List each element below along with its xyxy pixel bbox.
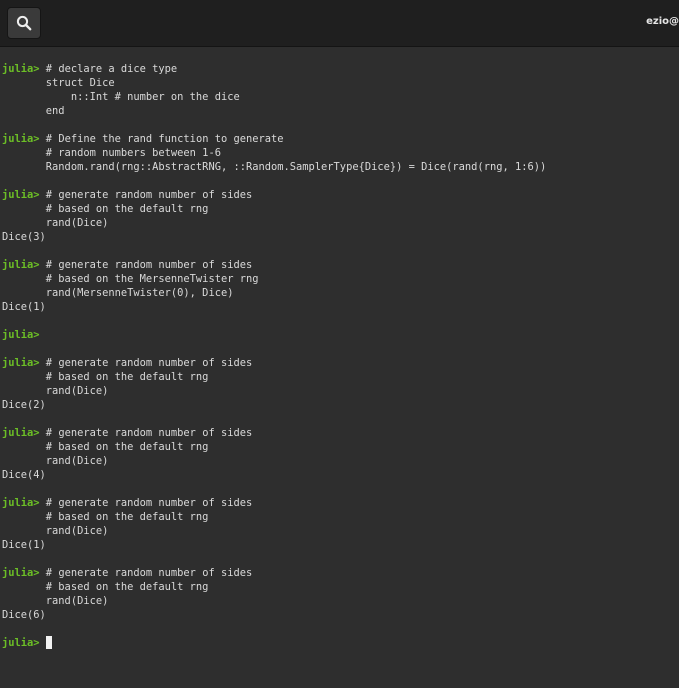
line-text: Dice(6)	[2, 609, 46, 621]
prompt-line: julia> # Define the rand function to gen…	[2, 132, 679, 146]
prompt-line: julia>	[2, 636, 679, 650]
prompt-line: julia>	[2, 328, 679, 342]
output-line: Dice(1)	[2, 300, 679, 314]
line-text: # based on the default rng	[2, 371, 209, 383]
window-title: ezio@	[646, 16, 679, 27]
terminal-output[interactable]: julia> # declare a dice type struct Dice…	[0, 49, 679, 688]
search-button[interactable]	[7, 7, 41, 39]
prompt-line: julia> # generate random number of sides	[2, 188, 679, 202]
output-line: # based on the MersenneTwister rng	[2, 272, 679, 286]
output-line: Dice(6)	[2, 608, 679, 622]
line-text: Dice(3)	[2, 231, 46, 243]
output-line: n::Int # number on the dice	[2, 90, 679, 104]
line-text: # Define the rand function to generate	[39, 133, 284, 145]
line-text: # based on the MersenneTwister rng	[2, 273, 259, 285]
line-text: rand(Dice)	[2, 385, 109, 397]
line-text: # generate random number of sides	[39, 357, 253, 369]
line-text: rand(Dice)	[2, 217, 109, 229]
output-line: Dice(4)	[2, 468, 679, 482]
output-line: rand(Dice)	[2, 384, 679, 398]
prompt-line: julia> # generate random number of sides	[2, 258, 679, 272]
line-text: # based on the default rng	[2, 203, 209, 215]
line-text: # based on the default rng	[2, 581, 209, 593]
julia-prompt: julia>	[2, 189, 40, 201]
output-line: end	[2, 104, 679, 118]
title-bar: ezio@	[0, 0, 679, 47]
line-text: # random numbers between 1-6	[2, 147, 221, 159]
output-line: rand(Dice)	[2, 524, 679, 538]
line-text: # generate random number of sides	[39, 497, 253, 509]
julia-prompt: julia>	[2, 567, 40, 579]
line-text: struct Dice	[2, 77, 115, 89]
prompt-line: julia> # generate random number of sides	[2, 356, 679, 370]
output-line: struct Dice	[2, 76, 679, 90]
julia-prompt: julia>	[2, 259, 40, 271]
julia-prompt: julia>	[2, 329, 40, 341]
line-text: Dice(4)	[2, 469, 46, 481]
line-text: # declare a dice type	[39, 63, 178, 75]
julia-prompt: julia>	[2, 427, 40, 439]
julia-prompt: julia>	[2, 637, 40, 649]
prompt-line: julia> # declare a dice type	[2, 62, 679, 76]
line-text: Dice(1)	[2, 301, 46, 313]
output-line: rand(MersenneTwister(0), Dice)	[2, 286, 679, 300]
line-text: n::Int # number on the dice	[2, 91, 240, 103]
julia-prompt: julia>	[2, 357, 40, 369]
julia-prompt: julia>	[2, 497, 40, 509]
julia-prompt: julia>	[2, 63, 40, 75]
output-line: Dice(1)	[2, 538, 679, 552]
line-text: # generate random number of sides	[39, 189, 253, 201]
output-line: # based on the default rng	[2, 580, 679, 594]
line-text: # generate random number of sides	[39, 259, 253, 271]
line-text: rand(Dice)	[2, 595, 109, 607]
line-text: Dice(2)	[2, 399, 46, 411]
line-text: # based on the default rng	[2, 511, 209, 523]
line-text: rand(MersenneTwister(0), Dice)	[2, 287, 234, 299]
output-line: rand(Dice)	[2, 594, 679, 608]
output-line: # based on the default rng	[2, 202, 679, 216]
line-text: Dice(1)	[2, 539, 46, 551]
output-line: # based on the default rng	[2, 510, 679, 524]
output-line: rand(Dice)	[2, 454, 679, 468]
line-text: rand(Dice)	[2, 525, 109, 537]
line-text: # generate random number of sides	[39, 567, 253, 579]
output-line: Random.rand(rng::AbstractRNG, ::Random.S…	[2, 160, 679, 174]
terminal-window: ezio@ julia> # declare a dice type struc…	[0, 0, 679, 688]
output-line: # based on the default rng	[2, 440, 679, 454]
output-line: Dice(2)	[2, 398, 679, 412]
line-text: # based on the default rng	[2, 441, 209, 453]
line-text: rand(Dice)	[2, 455, 109, 467]
line-text: end	[2, 105, 65, 117]
output-line: # based on the default rng	[2, 370, 679, 384]
text-cursor	[45, 636, 52, 649]
output-line: # random numbers between 1-6	[2, 146, 679, 160]
prompt-line: julia> # generate random number of sides	[2, 496, 679, 510]
julia-prompt: julia>	[2, 133, 40, 145]
output-line: rand(Dice)	[2, 216, 679, 230]
prompt-line: julia> # generate random number of sides	[2, 426, 679, 440]
prompt-line: julia> # generate random number of sides	[2, 566, 679, 580]
line-text: Random.rand(rng::AbstractRNG, ::Random.S…	[2, 161, 547, 173]
line-text: # generate random number of sides	[39, 427, 253, 439]
output-line: Dice(3)	[2, 230, 679, 244]
